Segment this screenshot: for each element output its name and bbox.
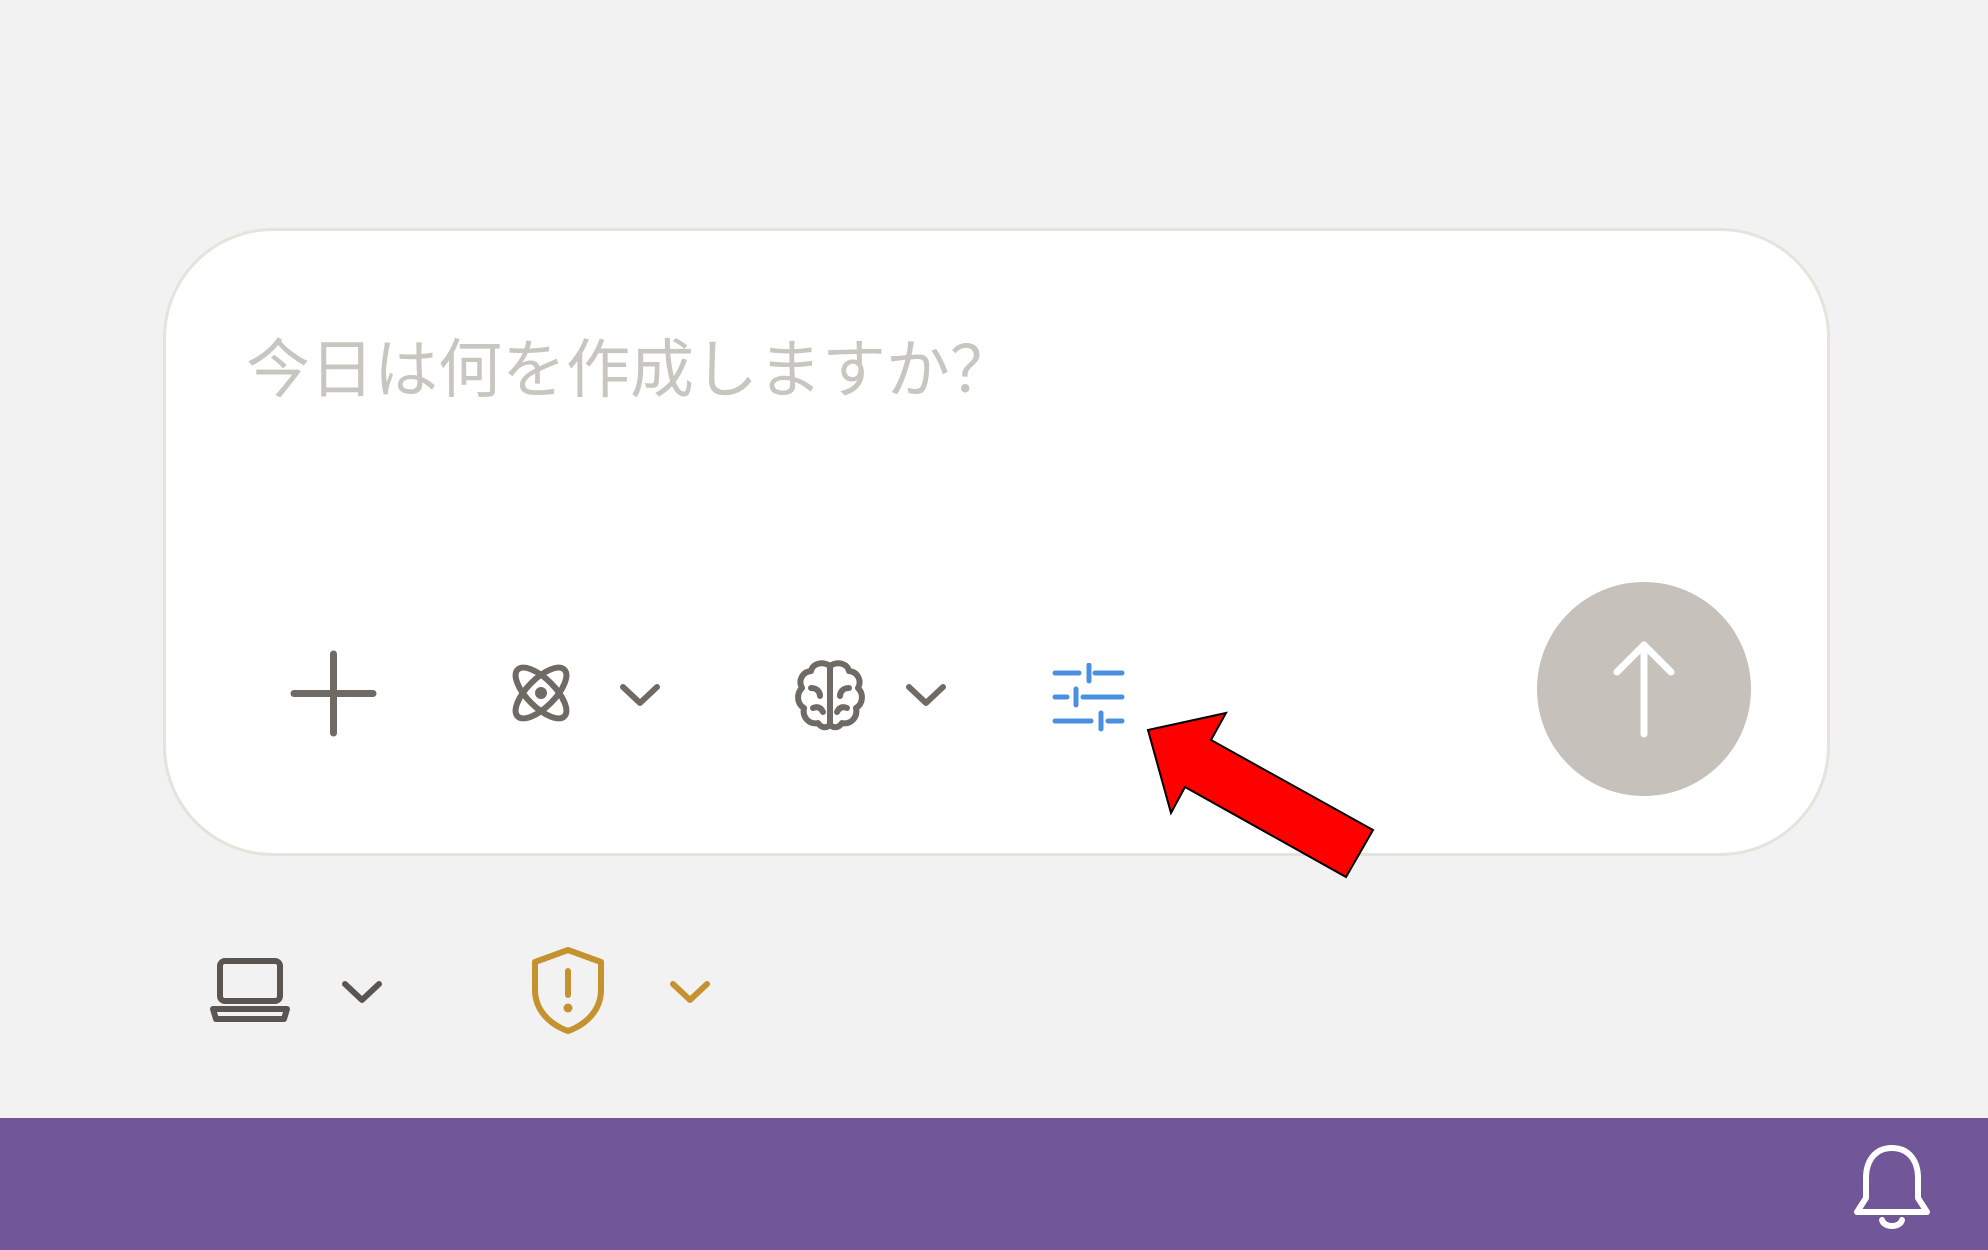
environment-selector-button[interactable] [210, 955, 385, 1025]
permissions-selector-button[interactable] [528, 945, 718, 1035]
brain-icon [795, 660, 865, 731]
prompt-input[interactable] [246, 311, 1546, 431]
chevron-down-icon [906, 684, 946, 706]
send-button[interactable] [1537, 582, 1751, 796]
chevron-down-icon [670, 981, 710, 1003]
atom-icon [512, 664, 570, 722]
add-attachment-button[interactable] [286, 646, 381, 741]
chevron-down-icon [620, 684, 660, 706]
shield-alert-icon [532, 947, 604, 1034]
model-selector-button[interactable] [501, 656, 671, 731]
arrow-up-icon [1613, 641, 1675, 738]
plus-icon [290, 650, 377, 737]
settings-sliders-button[interactable] [1051, 662, 1126, 733]
notifications-button[interactable] [1852, 1140, 1932, 1234]
reasoning-selector-button[interactable] [793, 658, 958, 733]
notification-bar [0, 1118, 1988, 1250]
sliders-icon [1052, 662, 1125, 732]
bell-icon [1854, 1145, 1930, 1229]
laptop-icon [210, 958, 290, 1022]
chevron-down-icon [342, 981, 382, 1003]
chat-composer [163, 228, 1830, 856]
